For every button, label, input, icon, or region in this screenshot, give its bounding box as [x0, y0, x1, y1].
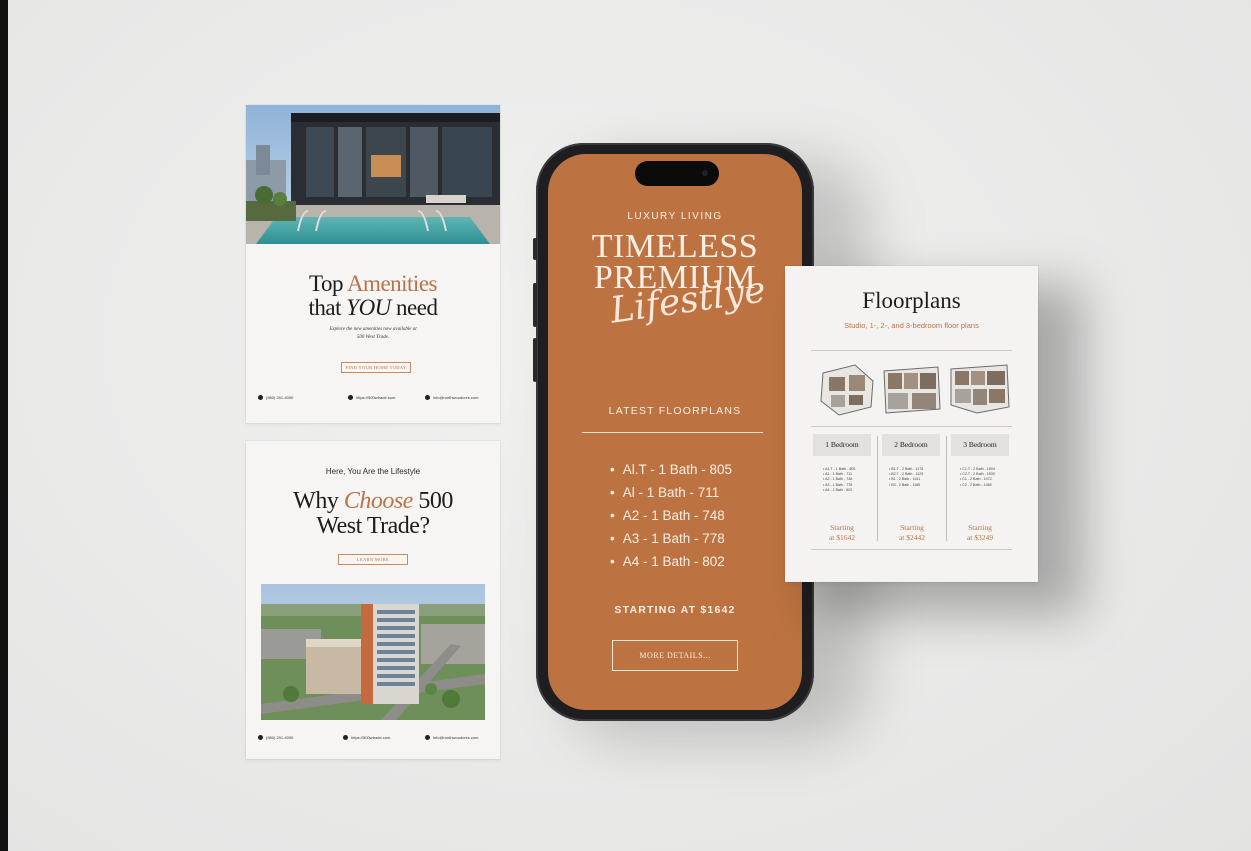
phone-icon: [258, 395, 263, 400]
phone-contact[interactable]: (980) 291-4090: [258, 735, 293, 740]
email-contact[interactable]: info@northwoodcres.com: [425, 395, 478, 400]
2br-starting-price: Starting at $2442: [898, 523, 926, 542]
section-divider: [582, 432, 763, 433]
column-divider: [877, 436, 878, 541]
why-choose-heading: Why Choose 500 West Trade?: [293, 488, 453, 539]
amenities-card: Top Amenities that YOU need Explore the …: [246, 105, 500, 423]
floorplans-title: Floorplans: [862, 288, 961, 313]
lifestyle-kicker: Here, You Are the Lifestyle: [325, 467, 421, 476]
website-contact[interactable]: https://500wtrade.com: [343, 735, 390, 740]
list-item: B3 - 2 Bath - 1185: [889, 483, 923, 488]
starting-price: STARTING AT $1642: [614, 604, 736, 616]
column-1-bedroom: 1 Bedroom: [813, 434, 871, 456]
list-item: Al.T - 1 Bath - 805: [610, 458, 790, 481]
mail-icon: [425, 395, 430, 400]
3br-unit-list: C1.T - 2 Bath - 1504 C2.T - 2 Bath - 153…: [960, 467, 995, 488]
divider: [811, 549, 1012, 550]
luxury-living-label: LUXURY LIVING: [627, 211, 723, 222]
phone-contact[interactable]: (980) 291-4090: [258, 395, 293, 400]
list-item: A4 - 1 Bath - 802: [610, 550, 790, 573]
list-item: C2 - 2 Bath - 1465: [960, 483, 995, 488]
phone-side-button: [533, 238, 537, 260]
learn-more-button[interactable]: LEARN MORE: [338, 554, 408, 565]
divider: [811, 350, 1012, 351]
floorplan-list: Al.T - 1 Bath - 805 Al - 1 Bath - 711 A2…: [610, 458, 790, 573]
floorplans-subtitle: Studio, 1-, 2-, and 3-bedroom floor plan…: [844, 321, 979, 330]
latest-floorplans-label: LATEST FLOORPLANS: [608, 405, 742, 417]
list-item: A2 - 1 Bath - 748: [610, 504, 790, 527]
website-contact[interactable]: https://500wtrade.com: [348, 395, 395, 400]
1br-unit-list: A1.T - 1 Bath - 805 A1 - 1 Bath - 711 A2…: [823, 467, 855, 493]
camera-icon: [702, 170, 708, 176]
globe-icon: [343, 735, 348, 740]
amenities-contact-row: (980) 291-4090 https://500wtrade.com inf…: [258, 395, 490, 403]
email-contact[interactable]: info@northwoodcres.com: [425, 735, 478, 740]
2br-unit-list: B1.T - 2 Bath - 1175 B2.T - 2 Bath - 112…: [889, 467, 923, 488]
list-item: A2 - 1 Bath - 748: [823, 477, 855, 482]
1br-starting-price: Starting at $1642: [828, 523, 856, 542]
dynamic-island: [635, 161, 719, 186]
list-item: Al - 1 Bath - 711: [610, 481, 790, 504]
phone-volume-down: [533, 338, 537, 382]
amenities-heading: Top Amenities that YOU need: [308, 271, 438, 320]
globe-icon: [348, 395, 353, 400]
amenities-subtitle: Explore the new amenities now available …: [329, 327, 417, 340]
floorplan-2br-image: [883, 366, 941, 414]
list-item: B1 - 2 Bath - 1141: [889, 477, 923, 482]
3br-starting-price: Starting at $3249: [966, 523, 994, 542]
mail-icon: [425, 735, 430, 740]
floorplan-1br-image: [820, 364, 874, 416]
floorplan-3br-image: [950, 364, 1010, 414]
floorplans-card: Floorplans Studio, 1-, 2-, and 3-bedroom…: [785, 266, 1038, 582]
phone-icon: [258, 735, 263, 740]
list-item: C1 - 2 Bath - 1472: [960, 477, 995, 482]
find-home-button[interactable]: FIND YOUR HOME TODAY: [341, 362, 411, 373]
phone-mockup: LUXURY LIVING TIMELESS PREMIUM Lifestlye…: [533, 143, 814, 721]
list-item: A4 - 1 Bath - 802: [823, 488, 855, 493]
why-contact-row: (980) 291-4090 https://500wtrade.com inf…: [258, 735, 490, 743]
column-2-bedroom: 2 Bedroom: [882, 434, 940, 456]
mockup-canvas: Top Amenities that YOU need Explore the …: [8, 0, 1251, 851]
building-aerial-image: [261, 584, 485, 720]
phone-volume-up: [533, 283, 537, 327]
column-3-bedroom: 3 Bedroom: [951, 434, 1009, 456]
list-item: A3 - 1 Bath - 778: [610, 527, 790, 550]
column-divider: [946, 436, 947, 541]
why-choose-card: Here, You Are the Lifestyle Why Choose 5…: [246, 441, 500, 759]
rooftop-pool-image: [246, 105, 500, 244]
phone-screen: LUXURY LIVING TIMELESS PREMIUM Lifestlye…: [548, 154, 802, 710]
more-details-button[interactable]: MORE DETAILS...: [612, 640, 738, 671]
divider: [811, 426, 1012, 427]
